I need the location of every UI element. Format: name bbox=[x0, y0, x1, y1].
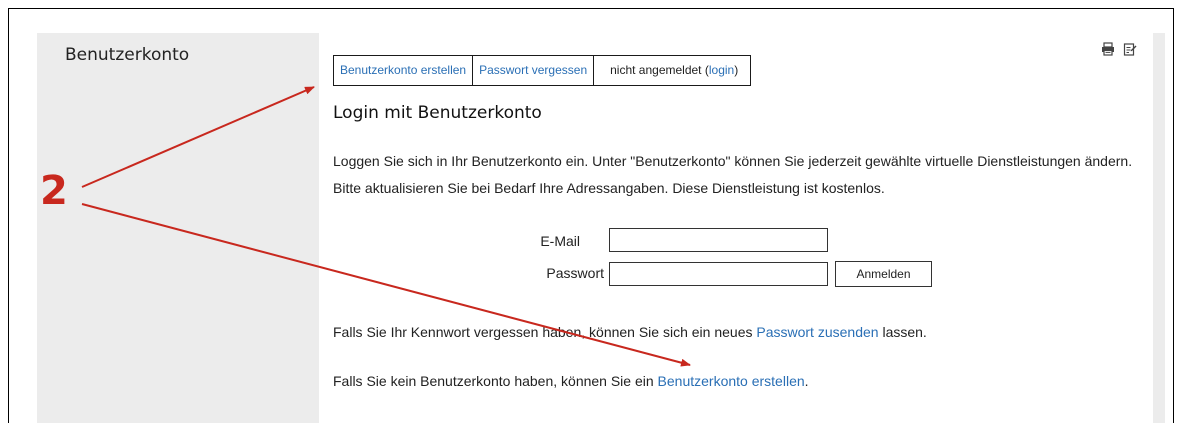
account-tabs: Benutzerkonto erstellen Passwort vergess… bbox=[333, 55, 752, 86]
email-field[interactable] bbox=[609, 228, 828, 252]
login-status: nicht angemeldet (login) bbox=[594, 56, 751, 85]
no-account-text: Falls Sie kein Benutzerkonto haben, könn… bbox=[333, 373, 809, 389]
tab-create-account[interactable]: Benutzerkonto erstellen bbox=[334, 56, 474, 85]
login-status-prefix: nicht angemeldet ( bbox=[610, 63, 709, 77]
printer-icon[interactable] bbox=[1101, 42, 1115, 56]
email-label: E-Mail bbox=[540, 233, 580, 249]
password-field[interactable] bbox=[609, 262, 828, 286]
forgot-text-before: Falls Sie Ihr Kennwort vergessen haben, … bbox=[333, 324, 757, 340]
send-password-link[interactable]: Passwort zusenden bbox=[756, 324, 878, 340]
forgot-text-after: lassen. bbox=[878, 324, 927, 340]
password-label: Passwort bbox=[546, 265, 604, 281]
create-account-link[interactable]: Benutzerkonto erstellen bbox=[658, 373, 805, 389]
login-status-suffix: ) bbox=[734, 63, 739, 77]
intro-text: Loggen Sie sich in Ihr Benutzerkonto ein… bbox=[333, 153, 1133, 196]
forgot-password-text: Falls Sie Ihr Kennwort vergessen haben, … bbox=[333, 324, 927, 340]
page-tools bbox=[1101, 42, 1137, 56]
login-link[interactable]: login bbox=[709, 63, 734, 77]
annotation-number: 2 bbox=[40, 168, 68, 214]
sidebar-title: Benutzerkonto bbox=[65, 45, 190, 65]
login-button[interactable]: Anmelden bbox=[835, 261, 932, 287]
no-account-text-after: . bbox=[804, 373, 809, 389]
tab-forgot-password[interactable]: Passwort vergessen bbox=[473, 56, 595, 85]
sidebar: Benutzerkonto bbox=[37, 33, 319, 423]
right-margin bbox=[1153, 33, 1165, 423]
no-account-text-before: Falls Sie kein Benutzerkonto haben, könn… bbox=[333, 373, 658, 389]
edit-icon[interactable] bbox=[1123, 42, 1137, 56]
page-title: Login mit Benutzerkonto bbox=[333, 103, 542, 123]
